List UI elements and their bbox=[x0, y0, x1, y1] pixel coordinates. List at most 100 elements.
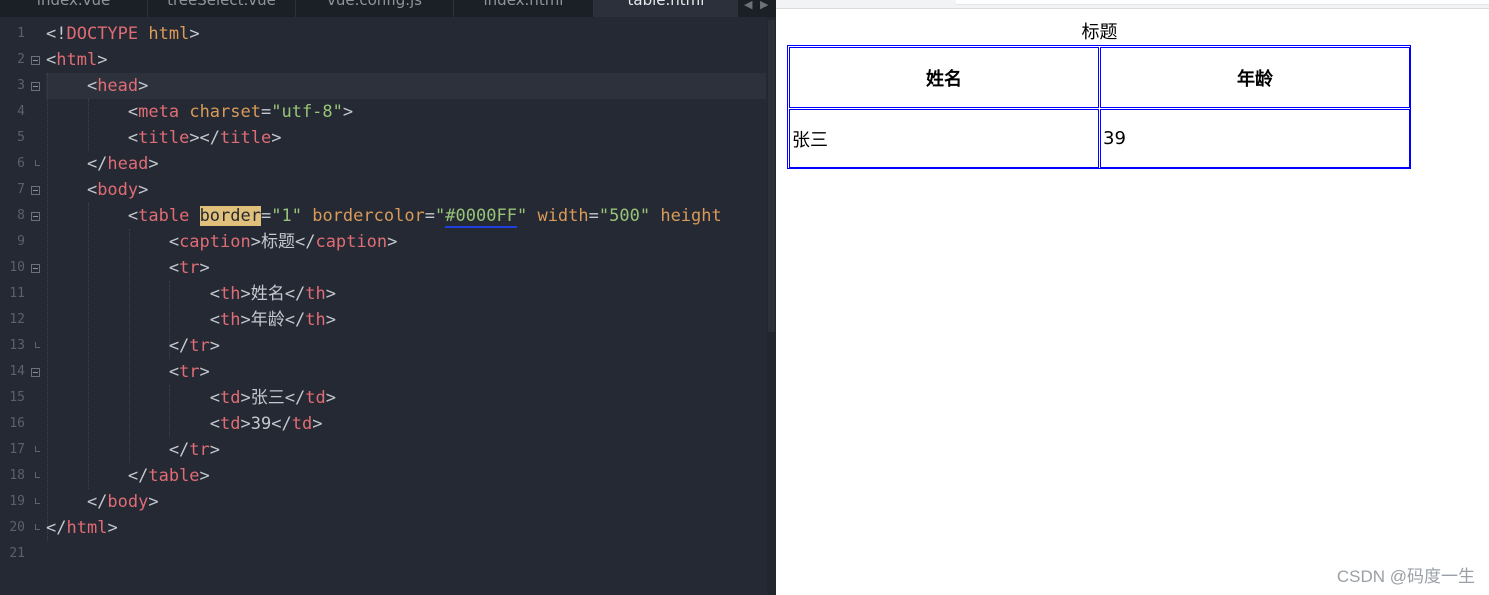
code-token: caption bbox=[179, 232, 251, 252]
tab-label: index.vue bbox=[36, 0, 111, 9]
code-token: DOCTYPE bbox=[66, 24, 139, 44]
code-line: <caption>标题</caption> bbox=[46, 229, 398, 255]
code-token: </ bbox=[271, 414, 292, 434]
line-number: 18 bbox=[9, 468, 25, 483]
code-token: = bbox=[260, 102, 272, 122]
table-header-cell: 年龄 bbox=[1100, 47, 1410, 108]
line-number: 5 bbox=[17, 130, 25, 145]
code-token: </ bbox=[46, 492, 108, 512]
code-token: "utf-8" bbox=[271, 102, 343, 122]
code-token: width bbox=[537, 206, 589, 226]
code-token: > bbox=[107, 518, 118, 538]
fold-toggle-icon[interactable] bbox=[31, 82, 40, 91]
code-line: <td>张三</td> bbox=[46, 385, 336, 411]
code-token: < bbox=[46, 76, 98, 96]
tab-label: index.html bbox=[483, 0, 564, 9]
code-token: > bbox=[312, 414, 323, 434]
code-token: th bbox=[220, 310, 241, 330]
code-token: table bbox=[138, 206, 190, 226]
editor-tab-bar: index.vue treeSelect.vue vue.config.js i… bbox=[0, 0, 776, 17]
browser-preview: 标题 姓名 年龄 张三 39 CSDN @码度一生 bbox=[776, 0, 1489, 595]
code-editor[interactable]: index.vue treeSelect.vue vue.config.js i… bbox=[0, 0, 776, 595]
line-number: 13 bbox=[9, 338, 25, 353]
code-token: td bbox=[305, 388, 326, 408]
code-token: > bbox=[199, 362, 210, 382]
code-token: table bbox=[148, 466, 200, 486]
code-line: <tr> bbox=[46, 255, 210, 281]
address-bar-edge[interactable] bbox=[956, 0, 1489, 5]
code-token: </ bbox=[294, 232, 316, 252]
code-line: <head> bbox=[46, 73, 148, 99]
code-token: head bbox=[107, 154, 149, 174]
code-token: caption bbox=[315, 232, 388, 252]
fold-toggle-icon[interactable] bbox=[31, 186, 40, 195]
code-token: tr bbox=[189, 336, 210, 356]
code-token: < bbox=[46, 102, 139, 122]
fold-end-marker bbox=[35, 446, 40, 452]
code-text-area[interactable]: <!DOCTYPE html> <html> <head> <meta chars… bbox=[46, 21, 768, 595]
code-line: <body> bbox=[46, 177, 148, 203]
code-token: " bbox=[516, 206, 528, 226]
code-token: < bbox=[46, 128, 139, 148]
watermark-text: CSDN @码度一生 bbox=[1336, 567, 1475, 586]
code-token: html bbox=[148, 24, 190, 44]
code-token: charset bbox=[189, 102, 261, 122]
code-token: > bbox=[325, 388, 336, 408]
line-number: 7 bbox=[17, 182, 25, 197]
code-token: </ bbox=[46, 466, 149, 486]
code-token: " bbox=[435, 206, 446, 226]
line-number: 14 bbox=[9, 364, 25, 379]
fold-toggle-icon[interactable] bbox=[31, 212, 40, 221]
code-line: <html> bbox=[46, 47, 107, 73]
tab-treeselect-vue[interactable]: treeSelect.vue bbox=[148, 0, 296, 17]
line-number: 4 bbox=[17, 104, 25, 119]
table-cell: 39 bbox=[1100, 109, 1410, 168]
cell-name: 张三 bbox=[792, 129, 828, 151]
table-header-cell: 姓名 bbox=[789, 47, 1099, 108]
code-line: <tr> bbox=[46, 359, 210, 385]
code-token: 姓名 bbox=[250, 284, 285, 304]
code-token: > bbox=[342, 102, 354, 122]
chevron-left-icon[interactable]: ◀ bbox=[744, 0, 752, 11]
tab-vue-config-js[interactable]: vue.config.js bbox=[296, 0, 454, 17]
tab-index-html[interactable]: index.html bbox=[454, 0, 594, 17]
code-token: > bbox=[209, 440, 221, 460]
chevron-right-icon[interactable]: ▶ bbox=[760, 0, 768, 11]
line-number: 12 bbox=[9, 312, 25, 327]
tab-scroll-arrows: ◀ ▶ bbox=[738, 0, 776, 17]
code-token: > bbox=[240, 310, 251, 330]
code-line: </head> bbox=[46, 151, 159, 177]
code-token: > bbox=[97, 50, 108, 70]
tab-index-vue[interactable]: index.vue bbox=[0, 0, 148, 17]
code-token: 标题 bbox=[260, 232, 295, 252]
editor-scrollbar-thumb[interactable] bbox=[768, 20, 775, 332]
fold-toggle-icon[interactable] bbox=[31, 56, 40, 65]
fold-toggle-icon[interactable] bbox=[31, 368, 40, 377]
code-token: </ bbox=[284, 310, 306, 330]
code-token: html bbox=[66, 518, 108, 538]
preview-table: 姓名 年龄 张三 39 bbox=[787, 45, 1411, 169]
code-token: </ bbox=[284, 388, 306, 408]
code-token: > bbox=[199, 258, 210, 278]
line-number: 20 bbox=[9, 520, 25, 535]
code-token: < bbox=[46, 180, 98, 200]
code-token: 张三 bbox=[250, 388, 285, 408]
line-number: 9 bbox=[17, 234, 25, 249]
code-token: meta bbox=[138, 102, 180, 122]
fold-toggle-icon[interactable] bbox=[31, 264, 40, 273]
code-token: > bbox=[325, 284, 336, 304]
table-caption: 标题 bbox=[1081, 22, 1118, 43]
tab-table-html[interactable]: table.html bbox=[594, 0, 738, 17]
code-token: height bbox=[660, 206, 722, 226]
code-line: </tr> bbox=[46, 437, 220, 463]
line-number: 19 bbox=[9, 494, 25, 509]
fold-end-marker bbox=[35, 472, 40, 478]
line-number: 2 bbox=[17, 52, 25, 67]
line-number: 8 bbox=[17, 208, 25, 223]
code-token: > bbox=[209, 336, 221, 356]
code-line: <th>姓名</th> bbox=[46, 281, 336, 307]
line-number: 17 bbox=[9, 442, 25, 457]
